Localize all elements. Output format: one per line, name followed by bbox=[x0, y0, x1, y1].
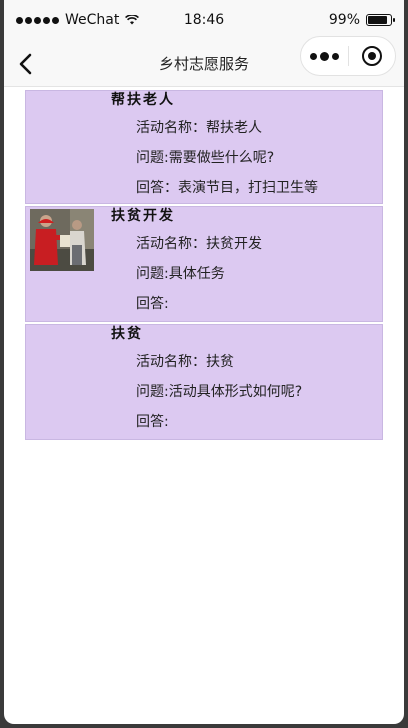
activity-answer: 回答: bbox=[136, 296, 169, 312]
activity-name: 活动名称：帮扶老人 bbox=[136, 120, 262, 136]
activity-thumbnail bbox=[30, 209, 94, 271]
more-button[interactable] bbox=[301, 51, 348, 61]
activity-title: 扶贫开发 bbox=[111, 208, 175, 224]
activity-question: 问题:具体任务 bbox=[136, 266, 225, 282]
activity-answer: 回答：表演节目，打扫卫生等 bbox=[136, 180, 318, 196]
activity-title: 扶贫 bbox=[111, 326, 143, 342]
more-dots-icon bbox=[310, 52, 317, 60]
navigation-bar: 乡村志愿服务 bbox=[4, 36, 404, 87]
activity-name: 活动名称：扶贫开发 bbox=[136, 236, 262, 252]
activity-title: 帮扶老人 bbox=[111, 92, 175, 108]
phone-screen: WeChat 18:46 99% 乡村志愿服务 帮扶老人 活动名称：帮扶老人 问… bbox=[4, 0, 404, 724]
close-button[interactable] bbox=[349, 46, 395, 66]
activity-list: 帮扶老人 活动名称：帮扶老人 问题:需要做些什么呢? 回答：表演节目，打扫卫生等 bbox=[25, 90, 383, 440]
battery-percent: 99% bbox=[328, 12, 360, 28]
activity-card[interactable]: 扶贫开发 活动名称：扶贫开发 问题:具体任务 回答: bbox=[25, 206, 383, 322]
battery-icon bbox=[366, 14, 395, 26]
activity-card[interactable]: 扶贫 活动名称：扶贫 问题:活动具体形式如何呢? 回答: bbox=[25, 324, 383, 440]
menu-capsule bbox=[300, 36, 396, 76]
close-target-icon bbox=[361, 46, 382, 66]
activity-name: 活动名称：扶贫 bbox=[136, 354, 234, 370]
activity-question: 问题:需要做些什么呢? bbox=[136, 150, 275, 166]
status-right: 99% bbox=[328, 12, 395, 28]
activity-card[interactable]: 帮扶老人 活动名称：帮扶老人 问题:需要做些什么呢? 回答：表演节目，打扫卫生等 bbox=[25, 90, 383, 204]
activity-question: 问题:活动具体形式如何呢? bbox=[136, 384, 303, 400]
activity-answer: 回答: bbox=[136, 414, 169, 430]
